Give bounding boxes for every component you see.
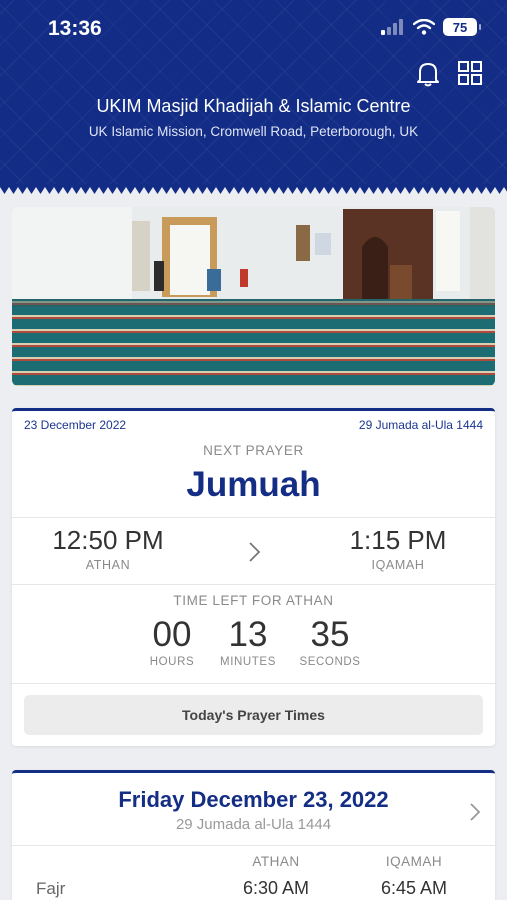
- next-prayer-name: Jumuah: [186, 465, 321, 504]
- time-left-label: TIME LEFT FOR ATHAN: [173, 593, 334, 608]
- divider: [12, 584, 495, 585]
- divider: [12, 683, 495, 684]
- header-actions: [415, 60, 483, 88]
- hijri-date: 29 Jumada al-Ula 1444: [358, 418, 483, 432]
- countdown-minutes: 13 MINUTES: [208, 615, 288, 668]
- iqamah-block: 1:15 PM IQAMAH: [318, 525, 478, 572]
- day-timetable-card: Friday December 23, 2022 29 Jumada al-Ul…: [12, 770, 495, 900]
- countdown-seconds: 35 SECONDS: [290, 615, 370, 668]
- status-icons: 75: [381, 18, 481, 36]
- bell-icon[interactable]: [415, 60, 441, 88]
- mosque-photo: [12, 207, 495, 386]
- header-fringe: [0, 184, 507, 198]
- mosque-title: UKIM Masjid Khadijah & Islamic Centre: [96, 96, 411, 116]
- signal-icon: [381, 19, 403, 35]
- minutes-label: MINUTES: [220, 656, 276, 668]
- next-prayer-card: 23 December 2022 29 Jumada al-Ula 1444 N…: [12, 408, 495, 746]
- iqamah-column-header: IQAMAH: [385, 854, 443, 869]
- grid-icon[interactable]: [457, 60, 483, 86]
- prayer-row-iqamah: 6:45 AM: [380, 878, 448, 898]
- seconds-value: 35: [310, 615, 350, 654]
- athan-column-header: ATHAN: [252, 854, 300, 869]
- prayer-row-name: Fajr: [36, 879, 66, 898]
- day-hijri-date: 29 Jumada al-Ula 1444: [175, 816, 332, 833]
- athan-block: 12:50 PM ATHAN: [28, 525, 188, 572]
- seconds-label: SECONDS: [299, 656, 361, 668]
- todays-prayer-times-button[interactable]: Today's Prayer Times: [24, 695, 483, 735]
- gregorian-date: 23 December 2022: [24, 418, 127, 432]
- athan-label: ATHAN: [85, 558, 131, 572]
- prayer-row-athan: 6:30 AM: [242, 878, 310, 898]
- divider: [12, 845, 495, 846]
- iqamah-label: IQAMAH: [371, 558, 425, 572]
- countdown-hours: 00 HOURS: [132, 615, 212, 668]
- chevron-right-icon: [249, 542, 261, 562]
- next-prayer-label: NEXT PRAYER: [203, 443, 304, 458]
- athan-time: 12:50 PM: [52, 525, 164, 555]
- hours-label: HOURS: [149, 656, 195, 668]
- minutes-value: 13: [228, 615, 268, 654]
- prayer-times-row: 12:50 PM ATHAN 1:15 PM IQAMAH: [12, 518, 495, 584]
- mosque-address: UK Islamic Mission, Cromwell Road, Peter…: [88, 124, 419, 139]
- day-title: Friday December 23, 2022: [118, 787, 389, 812]
- next-day-chevron-icon[interactable]: [467, 801, 483, 823]
- hours-value: 00: [152, 615, 192, 654]
- wifi-icon: [413, 19, 435, 35]
- iqamah-time: 1:15 PM: [349, 525, 447, 555]
- date-row: 23 December 2022 29 Jumada al-Ula 1444: [12, 411, 495, 432]
- battery-icon: 75: [443, 18, 481, 36]
- status-time: 13:36: [48, 17, 102, 40]
